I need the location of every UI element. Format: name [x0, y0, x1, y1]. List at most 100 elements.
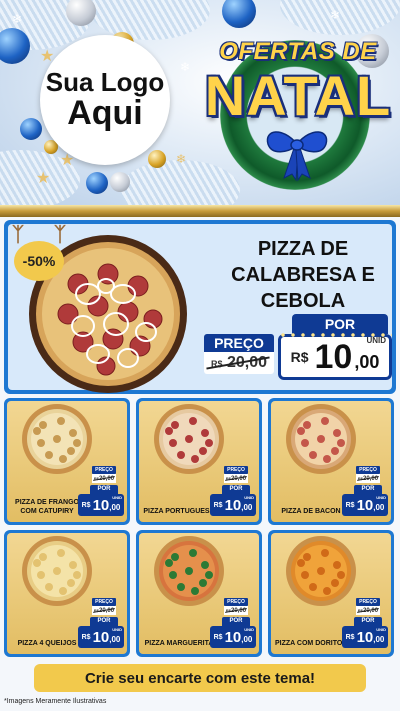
old-price: R$20,00: [224, 606, 248, 615]
christmas-ball-icon: [0, 28, 30, 64]
unit-label: UNID: [376, 495, 386, 500]
featured-offer-card[interactable]: ᛉ ᛉ -50% PIZZA DE CALABRESA E CEBOLA PRE…: [4, 220, 396, 394]
christmas-ball-icon: [66, 0, 96, 26]
new-price: R$ 10 ,00 UNID: [78, 494, 124, 516]
star-icon: ★: [36, 170, 51, 187]
product-name: PIZZA MARGUERITA: [144, 639, 214, 647]
product-price-tag: PREÇO R$20,00 POR R$ 10 ,00 UNID: [210, 598, 256, 650]
reindeer-antler-icon: ᛉ: [12, 224, 24, 246]
product-name: PIZZA 4 QUEIJOS: [17, 639, 77, 647]
snowflake-icon: ❄: [176, 152, 187, 166]
pizza-icon: [286, 536, 356, 606]
new-price: R$ 10 ,00 UNID: [278, 334, 392, 380]
bow-icon: [266, 131, 328, 182]
product-card-panel: PIZZA 4 QUEIJOS PREÇO R$20,00 POR R$ 10 …: [7, 533, 127, 654]
por-label: POR: [354, 485, 382, 494]
pizza-icon: [22, 536, 92, 606]
new-price-currency: R$: [345, 501, 355, 509]
logo-line-2: Aqui: [67, 93, 143, 132]
pizza-icon: [154, 536, 224, 606]
unit-label: UNID: [112, 627, 122, 632]
product-name: PIZZA DE FRANGO COM CATUPIRY: [15, 499, 79, 515]
new-price: R$ 10 ,00 UNID: [342, 626, 388, 648]
create-flyer-button[interactable]: Crie seu encarte com este tema!: [34, 664, 366, 692]
product-price-tag: PREÇO R$20,00 POR R$ 10 ,00 UNID: [342, 598, 388, 650]
product-card-1[interactable]: PIZZA DE FRANGO COM CATUPIRY PREÇO R$20,…: [4, 398, 130, 525]
por-label: POR: [90, 617, 118, 626]
new-price-decimal: ,00: [109, 635, 121, 644]
snowflake-icon: ❄: [180, 60, 191, 74]
pine-branch-decoration: [90, 0, 210, 40]
new-price-decimal: ,00: [373, 635, 385, 644]
product-price-tag: PREÇO R$20,00 POR R$ 10 ,00 UNID: [78, 466, 124, 518]
pizza-icon: [286, 404, 356, 474]
snowflake-icon: ❄: [12, 12, 23, 26]
header-banner: ★ ★ ★ ❄ ❄ ❄ ❄ Sua Logo Aqui OFERTAS DE N…: [0, 0, 400, 205]
new-price-currency: R$: [345, 633, 355, 641]
preco-label: PREÇO: [356, 466, 380, 474]
product-card-panel: PIZZA MARGUERITA PREÇO R$20,00 POR R$ 10…: [139, 533, 259, 654]
gold-separator: [0, 205, 400, 217]
new-price-integer: 10: [224, 496, 242, 514]
preco-label: PREÇO: [92, 466, 116, 474]
product-card-panel: PIZZA DE FRANGO COM CATUPIRY PREÇO R$20,…: [7, 401, 127, 522]
new-price: R$ 10 ,00 UNID: [78, 626, 124, 648]
pine-branch-decoration: [120, 160, 240, 205]
new-price-integer: 10: [356, 628, 374, 646]
logo-placeholder[interactable]: Sua Logo Aqui: [40, 35, 170, 165]
featured-price-tag: PREÇO R$ 20,00 POR R$ 10 ,00 UNID: [204, 314, 392, 384]
product-price-tag: PREÇO R$20,00 POR R$ 10 ,00 UNID: [78, 598, 124, 650]
por-label: POR: [354, 617, 382, 626]
product-card-3[interactable]: PIZZA DE BACON PREÇO R$20,00 POR R$ 10 ,…: [268, 398, 394, 525]
new-price-integer: 10: [92, 628, 110, 646]
product-card-panel: PIZZA DE BACON PREÇO R$20,00 POR R$ 10 ,…: [271, 401, 391, 522]
preco-label: PREÇO: [224, 598, 248, 606]
new-price: R$ 10 ,00 UNID: [342, 494, 388, 516]
logo-line-1: Sua Logo: [45, 66, 165, 97]
discount-badge: -50%: [14, 241, 64, 281]
old-price: R$20,00: [356, 474, 380, 483]
new-price-decimal: ,00: [241, 635, 253, 644]
product-name: PIZZA COM DORITOS: [275, 639, 347, 647]
unit-label: UNID: [376, 627, 386, 632]
new-price-decimal: ,00: [109, 503, 121, 512]
pizza-icon: [154, 404, 224, 474]
christmas-lights-decoration: [278, 332, 392, 338]
old-price: R$20,00: [92, 606, 116, 615]
promo-title: OFERTAS DE NATAL: [198, 38, 398, 124]
new-price: R$ 10 ,00 UNID: [210, 494, 256, 516]
featured-product-name: PIZZA DE CALABRESA E CEBOLA: [231, 238, 375, 312]
preco-label: PREÇO: [204, 334, 274, 352]
por-label: POR: [90, 485, 118, 494]
old-price: R$20,00: [224, 474, 248, 483]
snowflake-icon: ❄: [330, 8, 341, 22]
old-price: R$ 20,00: [204, 352, 274, 374]
unit-label: UNID: [244, 495, 254, 500]
christmas-ball-icon: [86, 172, 108, 194]
promo-title-main: NATAL: [204, 64, 392, 127]
new-price-currency: R$: [290, 349, 309, 365]
por-label: POR: [292, 314, 388, 334]
new-price-currency: R$: [81, 633, 91, 641]
product-price-tag: PREÇO R$20,00 POR R$ 10 ,00 UNID: [210, 466, 256, 518]
reindeer-antler-icon: ᛉ: [54, 224, 66, 246]
por-label: POR: [222, 617, 250, 626]
pizza-icon: [22, 404, 92, 474]
new-price-integer: 10: [356, 496, 374, 514]
christmas-ball-icon: [222, 0, 256, 28]
new-price-currency: R$: [213, 501, 223, 509]
product-card-6[interactable]: PIZZA COM DORITOS PREÇO R$20,00 POR R$ 1…: [268, 530, 394, 657]
featured-offer-panel: ᛉ ᛉ -50% PIZZA DE CALABRESA E CEBOLA PRE…: [8, 224, 392, 393]
unit-label: UNID: [112, 495, 122, 500]
preco-label: PREÇO: [356, 598, 380, 606]
product-card-5[interactable]: PIZZA MARGUERITA PREÇO R$20,00 POR R$ 10…: [136, 530, 262, 657]
product-card-2[interactable]: PIZZA PORTUGUESA PREÇO R$20,00 POR R$ 10…: [136, 398, 262, 525]
por-label: POR: [222, 485, 250, 494]
preco-label: PREÇO: [92, 598, 116, 606]
old-price: R$20,00: [356, 606, 380, 615]
new-price-decimal: ,00: [373, 503, 385, 512]
christmas-ball-icon: [148, 150, 166, 168]
product-card-4[interactable]: PIZZA 4 QUEIJOS PREÇO R$20,00 POR R$ 10 …: [4, 530, 130, 657]
christmas-ball-icon: [20, 118, 42, 140]
preco-label: PREÇO: [224, 466, 248, 474]
